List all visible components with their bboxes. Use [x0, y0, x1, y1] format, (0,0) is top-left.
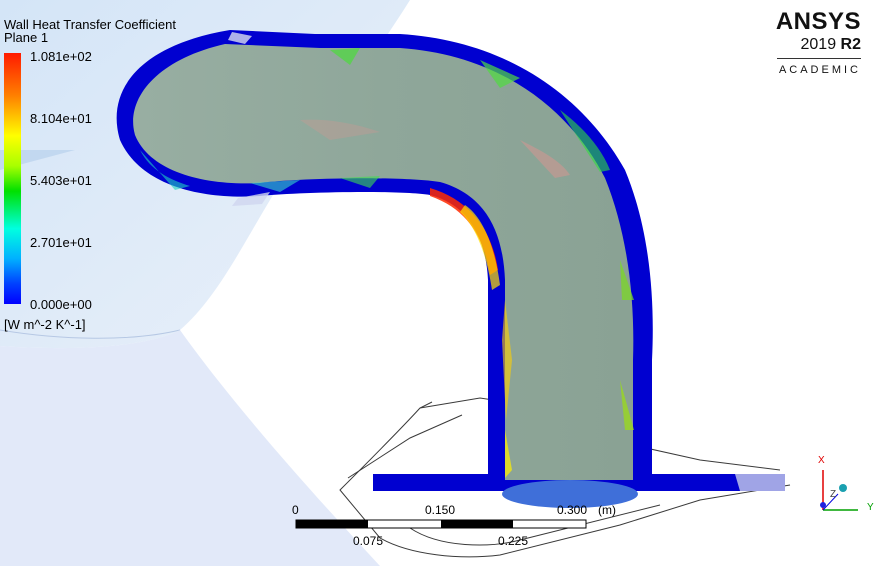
- logo-version-year: 2019: [800, 36, 837, 53]
- scale-label: 0.225: [498, 534, 529, 548]
- scale-bar-segment: [296, 520, 368, 528]
- legend-tick: 2.701e+01: [30, 235, 92, 250]
- scale-unit: (m): [598, 503, 616, 517]
- legend-tick: 5.403e+01: [30, 173, 92, 188]
- scale-label: 0.300: [557, 503, 588, 517]
- axis-y-label: Y: [867, 502, 874, 513]
- logo-divider: [777, 58, 861, 59]
- axis-triad: [820, 470, 858, 511]
- ansys-logo: ANSYS 2019 R2 ACADEMIC: [776, 10, 861, 76]
- scale-label: 0.075: [353, 534, 384, 548]
- logo-edition: ACADEMIC: [778, 64, 861, 76]
- legend-colorbar: [4, 53, 21, 304]
- legend-tick: 8.104e+01: [30, 111, 92, 126]
- logo-brand: ANSYS: [775, 8, 861, 35]
- logo-version: 2019 R2: [776, 36, 862, 54]
- legend-tick-min: 0.000e+00: [30, 297, 92, 312]
- 3d-viewport[interactable]: [0, 0, 883, 566]
- legend-tick-max: 1.081e+02: [30, 49, 92, 64]
- scale-bar: [295, 519, 587, 529]
- logo-release: R2: [840, 36, 861, 53]
- scale-label: 0: [292, 503, 299, 517]
- scale-label: 0.150: [425, 503, 456, 517]
- legend-subtitle: Plane 1: [4, 30, 49, 45]
- scale-bar-segment: [441, 520, 513, 528]
- axis-x-label: X: [818, 455, 825, 466]
- legend-units: [W m^-2 K^-1]: [4, 317, 86, 332]
- axis-z-label: Z: [830, 489, 837, 500]
